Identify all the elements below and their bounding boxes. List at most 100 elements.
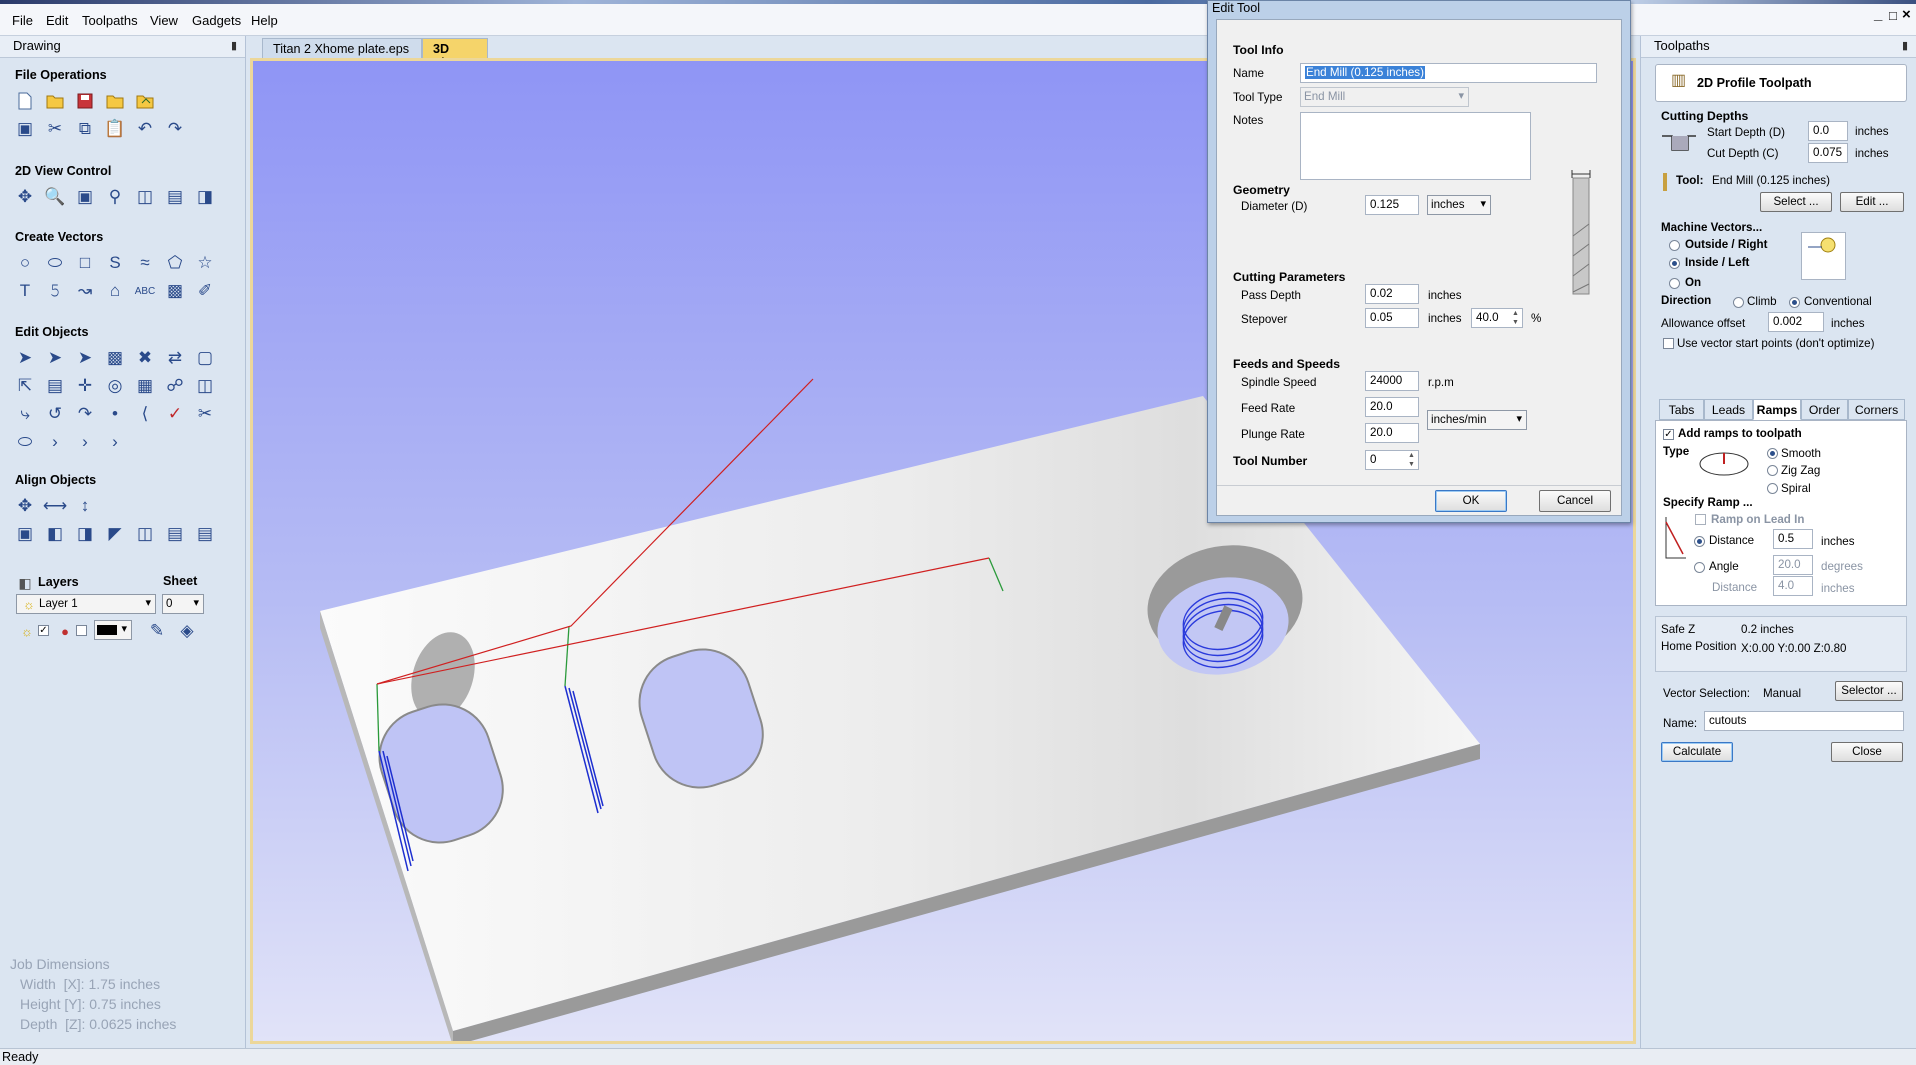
toolpath-name-input[interactable]: cutouts: [1704, 711, 1904, 731]
close-vector-icon[interactable]: •: [104, 403, 126, 425]
layer-color-select[interactable]: [94, 620, 132, 640]
menu-view[interactable]: View: [150, 13, 178, 28]
offset-icon[interactable]: ↺: [44, 403, 66, 425]
cancel-button[interactable]: Cancel: [1539, 490, 1611, 512]
fit-view-icon[interactable]: ◨: [194, 186, 216, 208]
tab-leads[interactable]: Leads: [1704, 399, 1753, 420]
scissors-icon[interactable]: ✂: [194, 403, 216, 425]
notes-textarea[interactable]: [1300, 112, 1531, 180]
align-h-center-icon[interactable]: ⟷: [43, 495, 67, 517]
feed-rate-input[interactable]: 20.0: [1365, 397, 1419, 417]
tab-3d-view[interactable]: 3D View: [422, 38, 488, 70]
tool-type-select[interactable]: End Mill: [1300, 87, 1469, 107]
space-h-icon[interactable]: ▤: [164, 523, 186, 545]
spiral-radio[interactable]: [1767, 483, 1778, 494]
move-icon[interactable]: ⇱: [14, 375, 36, 397]
diameter-input[interactable]: 0.125: [1365, 195, 1419, 215]
tool-number-spinner-icon[interactable]: ▲ ▼: [1405, 451, 1418, 469]
rotate-array-icon[interactable]: ◎: [104, 375, 126, 397]
draw-icon[interactable]: ✐: [194, 280, 216, 302]
spindle-speed-input[interactable]: 24000: [1365, 371, 1419, 391]
curve-icon[interactable]: ≈: [134, 252, 156, 274]
lock-icon[interactable]: ●: [54, 620, 76, 642]
menu-gadgets[interactable]: Gadgets: [192, 13, 241, 28]
horizontal-split-icon[interactable]: ▤: [164, 186, 186, 208]
smooth-radio[interactable]: [1767, 448, 1778, 459]
rate-units-select[interactable]: inches/min: [1427, 410, 1527, 430]
transform-icon[interactable]: ➤: [74, 347, 96, 369]
array-icon[interactable]: ✛: [74, 375, 96, 397]
align-page-center-icon[interactable]: ▣: [14, 523, 36, 545]
split-view-icon[interactable]: ◫: [134, 186, 156, 208]
weld-icon[interactable]: ☍: [164, 375, 186, 397]
ungroup-icon[interactable]: ✖: [134, 347, 156, 369]
menu-help[interactable]: Help: [251, 13, 278, 28]
tab-2d-drawing[interactable]: Titan 2 Xhome plate.eps: [262, 38, 422, 59]
redo-icon[interactable]: ↷: [164, 118, 186, 140]
align-v-center-icon[interactable]: ↕: [74, 495, 96, 517]
qr-code-icon[interactable]: ▩: [164, 280, 186, 302]
allowance-input[interactable]: 0.002: [1768, 312, 1824, 332]
import-icon[interactable]: [134, 90, 156, 112]
ellipse-icon[interactable]: ⬭: [44, 252, 66, 274]
restore-icon[interactable]: □: [1889, 8, 1897, 23]
inside-left-radio[interactable]: [1669, 258, 1680, 269]
menu-toolpaths[interactable]: Toolpaths: [82, 13, 138, 28]
layer-color-checkbox[interactable]: [76, 625, 87, 636]
menu-edit[interactable]: Edit: [46, 13, 68, 28]
ok-button[interactable]: OK: [1435, 490, 1507, 512]
outside-right-radio[interactable]: [1669, 240, 1680, 251]
open-file-icon[interactable]: [44, 90, 66, 112]
calculate-button[interactable]: Calculate: [1661, 742, 1733, 762]
pass-depth-input[interactable]: 0.02: [1365, 284, 1419, 304]
sheet-select[interactable]: 0: [162, 594, 204, 614]
copy-icon[interactable]: ⧉: [74, 118, 96, 140]
diameter-units-select[interactable]: inches: [1427, 195, 1491, 215]
new-file-icon[interactable]: [14, 90, 36, 112]
start-depth-input[interactable]: 0.0: [1808, 121, 1848, 141]
close-button[interactable]: Close: [1831, 742, 1903, 762]
distance-radio[interactable]: [1694, 536, 1705, 547]
scale-icon[interactable]: ▢: [194, 347, 216, 369]
selector-button[interactable]: Selector ...: [1835, 681, 1903, 701]
tab-tabs[interactable]: Tabs: [1659, 399, 1704, 420]
layer-properties-icon[interactable]: ✎: [146, 620, 168, 642]
minimize-icon[interactable]: _: [1874, 6, 1882, 23]
ramp-on-lead-checkbox[interactable]: [1695, 514, 1706, 525]
curve-fit-icon[interactable]: ›: [74, 431, 96, 453]
layer-checkbox[interactable]: ✓: [38, 625, 49, 636]
angle-radio[interactable]: [1694, 562, 1705, 573]
undo-icon[interactable]: ↶: [134, 118, 156, 140]
text-arc-icon[interactable]: ABC: [134, 280, 156, 302]
fillet-icon[interactable]: ↷: [74, 403, 96, 425]
plunge-rate-input[interactable]: 20.0: [1365, 423, 1419, 443]
text-on-curve-icon[interactable]: ↝: [74, 280, 96, 302]
align-center-icon[interactable]: ✥: [14, 495, 36, 517]
distance-input[interactable]: 0.5: [1773, 529, 1813, 549]
distance2-input[interactable]: 4.0: [1773, 576, 1813, 596]
subtract-icon[interactable]: ◫: [194, 375, 216, 397]
layer-select[interactable]: Layer 1: [16, 594, 156, 614]
tab-order[interactable]: Order: [1801, 399, 1848, 420]
zig-zag-radio[interactable]: [1767, 465, 1778, 476]
mirror-icon[interactable]: ⇄: [164, 347, 186, 369]
on-radio[interactable]: [1669, 278, 1680, 289]
close-icon[interactable]: ×: [1902, 6, 1911, 23]
align-right-icon[interactable]: ◨: [74, 523, 96, 545]
zoom-extents-icon[interactable]: ▣: [74, 186, 96, 208]
stepover-spinner-icon[interactable]: ▲ ▼: [1509, 309, 1522, 327]
angle-input[interactable]: 20.0: [1773, 555, 1813, 575]
add-ramps-checkbox[interactable]: ✓: [1663, 429, 1674, 440]
smooth-icon[interactable]: ›: [44, 431, 66, 453]
align-top-icon[interactable]: ◤: [104, 523, 126, 545]
conventional-radio[interactable]: [1789, 297, 1800, 308]
circle-icon[interactable]: ○: [14, 252, 36, 274]
tab-corners[interactable]: Corners: [1848, 399, 1905, 420]
pin-icon[interactable]: ▮: [231, 39, 237, 52]
dogbone-icon[interactable]: ⬭: [14, 431, 36, 453]
group-icon[interactable]: ▩: [104, 347, 126, 369]
paste-icon[interactable]: 📋: [104, 118, 126, 140]
edit-tool-button[interactable]: Edit ...: [1840, 192, 1904, 212]
text-icon[interactable]: T: [14, 280, 36, 302]
text-box-icon[interactable]: 𝟻: [44, 280, 66, 302]
